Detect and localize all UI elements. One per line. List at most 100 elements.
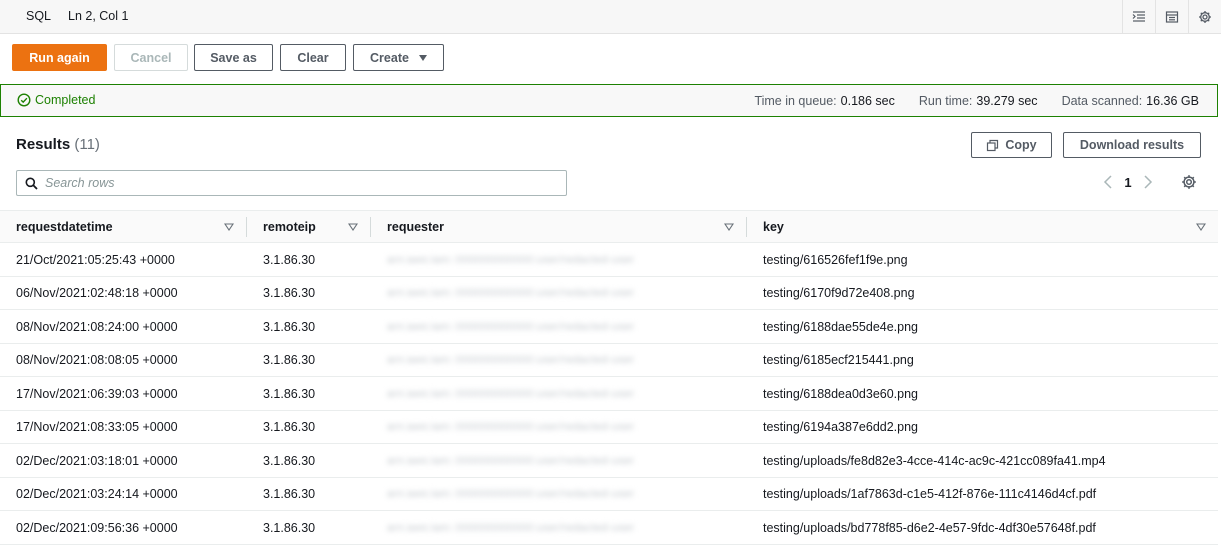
table-row: 02/Dec/2021:03:18:01 +0000 3.1.86.30 arn… xyxy=(0,444,1218,478)
cursor-position: Ln 2, Col 1 xyxy=(68,9,129,23)
copy-button[interactable]: Copy xyxy=(971,132,1052,158)
cell-requester: arn:aws:iam::000000000000:user/redacted-… xyxy=(387,253,635,266)
copy-label: Copy xyxy=(1005,138,1037,152)
cell-requester: arn:aws:iam::000000000000:user/redacted-… xyxy=(387,454,635,467)
run-time-label: Run time: xyxy=(918,94,973,108)
editor-settings-button[interactable] xyxy=(1188,0,1221,34)
results-title: Results xyxy=(16,136,71,153)
copy-icon xyxy=(987,139,999,151)
cell-remoteip: 3.1.86.30 xyxy=(263,453,316,468)
caret-down-icon xyxy=(418,54,427,61)
cell-remoteip: 3.1.86.30 xyxy=(263,386,316,401)
cell-remoteip: 3.1.86.30 xyxy=(263,420,316,434)
save-as-button[interactable]: Save as xyxy=(194,44,273,71)
cell-key: testing/6194a387e6dd2.png xyxy=(763,420,919,434)
editor-tools xyxy=(1122,0,1221,34)
cancel-button[interactable]: Cancel xyxy=(114,44,188,71)
cell-requester: arn:aws:iam::000000000000:user/redacted-… xyxy=(387,521,635,534)
table-row: 08/Nov/2021:08:24:00 +0000 3.1.86.30 arn… xyxy=(0,310,1218,344)
column-header-key[interactable]: key xyxy=(763,211,1213,243)
search-rows-box[interactable] xyxy=(16,170,567,196)
table-row: 17/Nov/2021:06:39:03 +0000 3.1.86.30 arn… xyxy=(0,377,1218,411)
editor-status-bar: SQL Ln 2, Col 1 xyxy=(0,0,1221,34)
status-completed: Completed xyxy=(17,93,95,107)
table-row: 06/Nov/2021:02:48:18 +0000 3.1.86.30 arn… xyxy=(0,277,1218,310)
results-count: (11) xyxy=(74,136,100,153)
table-settings-icon[interactable] xyxy=(1181,174,1197,190)
check-circle-icon xyxy=(17,93,31,107)
column-label: remoteip xyxy=(263,220,316,234)
column-label: key xyxy=(763,220,784,234)
table-row: 08/Nov/2021:08:08:05 +0000 3.1.86.30 arn… xyxy=(0,344,1218,377)
cell-key: testing/6188dae55de4e.png xyxy=(763,319,919,334)
next-page-button[interactable] xyxy=(1140,172,1156,192)
cell-requester: arn:aws:iam::000000000000:user/redacted-… xyxy=(387,421,635,433)
cell-requester: arn:aws:iam::000000000000:user/redacted-… xyxy=(387,354,635,366)
run-again-button[interactable]: Run again xyxy=(12,44,107,71)
sort-caret-icon xyxy=(348,223,358,231)
query-status-banner: Completed Time in queue: 0.186 sec Run ti… xyxy=(0,84,1218,117)
format-query-button[interactable] xyxy=(1122,0,1155,34)
cell-remoteip: 3.1.86.30 xyxy=(263,487,316,501)
settings-icon xyxy=(1199,11,1211,23)
query-toolbar: Run again Cancel Save as Clear Create xyxy=(0,34,1221,84)
cell-remoteip: 3.1.86.30 xyxy=(263,252,316,267)
create-dropdown-button[interactable]: Create xyxy=(353,44,444,71)
sort-caret-icon xyxy=(724,223,734,231)
cell-requestdatetime: 17/Nov/2021:06:39:03 +0000 xyxy=(16,386,178,401)
table-row: 02/Dec/2021:03:24:14 +0000 3.1.86.30 arn… xyxy=(0,478,1218,511)
run-time-value: 39.279 sec xyxy=(976,94,1038,108)
cell-key: testing/uploads/fe8d82e3-4cce-414c-ac9c-… xyxy=(763,453,1106,468)
table-header: requestdatetime remoteip requester key xyxy=(0,210,1218,243)
data-scanned: Data scanned: 16.36 GB xyxy=(1062,94,1199,108)
cell-remoteip: 3.1.86.30 xyxy=(263,319,316,334)
column-header-remoteip[interactable]: remoteip xyxy=(263,211,369,243)
table-body: 21/Oct/2021:05:25:43 +0000 3.1.86.30 arn… xyxy=(0,243,1218,545)
search-rows-input[interactable] xyxy=(45,176,545,190)
column-divider[interactable] xyxy=(370,217,371,237)
chevron-right-icon xyxy=(1144,175,1153,189)
table-row: 21/Oct/2021:05:25:43 +0000 3.1.86.30 arn… xyxy=(0,243,1218,277)
cell-requestdatetime: 02/Dec/2021:03:18:01 +0000 xyxy=(16,453,178,468)
cell-requestdatetime: 17/Nov/2021:08:33:05 +0000 xyxy=(16,420,178,434)
format-icon xyxy=(1132,11,1145,22)
cell-requestdatetime: 02/Dec/2021:03:24:14 +0000 xyxy=(16,487,178,501)
cell-requestdatetime: 06/Nov/2021:02:48:18 +0000 xyxy=(16,286,178,300)
results-table: requestdatetime remoteip requester key 2… xyxy=(0,210,1218,545)
search-icon xyxy=(25,177,38,190)
column-divider[interactable] xyxy=(246,217,247,237)
cell-requestdatetime: 08/Nov/2021:08:08:05 +0000 xyxy=(16,353,178,367)
cell-key: testing/6188dea0d3e60.png xyxy=(763,386,919,401)
table-view-button[interactable] xyxy=(1155,0,1188,34)
cell-key: testing/6170f9d72e408.png xyxy=(763,286,915,300)
table-row: 17/Nov/2021:08:33:05 +0000 3.1.86.30 arn… xyxy=(0,411,1218,444)
results-heading: Results (11) xyxy=(16,136,100,153)
cell-key: testing/uploads/1af7863d-c1e5-412f-876e-… xyxy=(763,487,1097,501)
cell-requestdatetime: 08/Nov/2021:08:24:00 +0000 xyxy=(16,319,178,334)
clear-button[interactable]: Clear xyxy=(280,44,346,71)
cell-remoteip: 3.1.86.30 xyxy=(263,353,316,367)
cell-requester: arn:aws:iam::000000000000:user/redacted-… xyxy=(387,488,635,500)
column-divider[interactable] xyxy=(746,217,747,237)
column-label: requester xyxy=(387,220,444,234)
cell-remoteip: 3.1.86.30 xyxy=(263,520,316,535)
current-page[interactable]: 1 xyxy=(1116,175,1140,190)
download-results-button[interactable]: Download results xyxy=(1063,132,1201,158)
cell-key: testing/6185ecf215441.png xyxy=(763,353,914,367)
run-time: Run time: 39.279 sec xyxy=(919,94,1038,108)
data-scanned-label: Data scanned: xyxy=(1061,94,1143,108)
time-in-queue: Time in queue: 0.186 sec xyxy=(754,94,894,108)
time-in-queue-label: Time in queue: xyxy=(754,94,837,108)
cell-requestdatetime: 02/Dec/2021:09:56:36 +0000 xyxy=(16,520,178,535)
sort-caret-icon xyxy=(224,223,234,231)
pagination: 1 xyxy=(1100,172,1156,192)
column-header-requestdatetime[interactable]: requestdatetime xyxy=(16,211,246,243)
sort-caret-icon xyxy=(1196,223,1206,231)
column-header-requester[interactable]: requester xyxy=(387,211,747,243)
cell-requester: arn:aws:iam::000000000000:user/redacted-… xyxy=(387,320,635,333)
cell-key: testing/uploads/bd778f85-d6e2-4e57-9fdc-… xyxy=(763,520,1096,535)
query-metrics: Time in queue: 0.186 sec Run time: 39.279 … xyxy=(730,94,1199,108)
chevron-left-icon xyxy=(1103,175,1112,189)
previous-page-button[interactable] xyxy=(1100,172,1116,192)
cell-requestdatetime: 21/Oct/2021:05:25:43 +0000 xyxy=(16,252,175,267)
